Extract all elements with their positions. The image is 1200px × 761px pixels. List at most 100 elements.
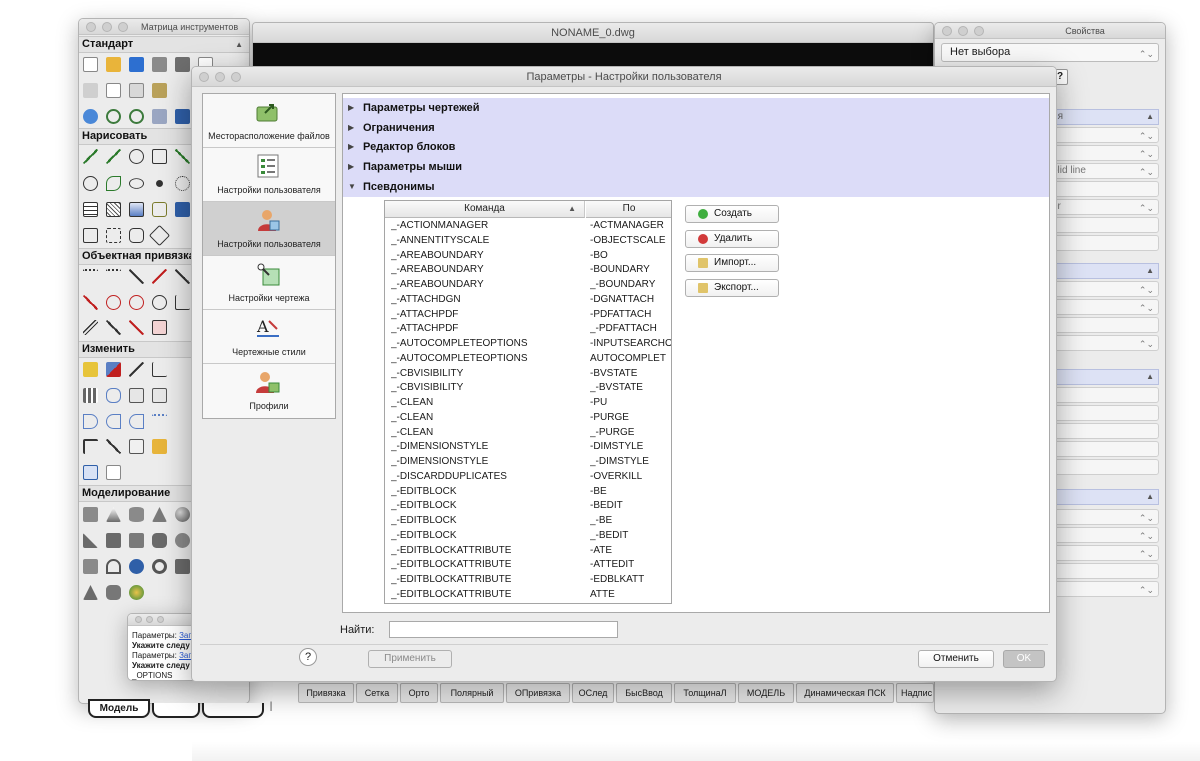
cylinder-icon[interactable] <box>129 507 144 522</box>
import-button[interactable]: Импорт... <box>685 254 779 272</box>
status-polar[interactable]: Полярный <box>440 683 504 703</box>
collapse-up-icon[interactable]: ▲ <box>1146 264 1154 278</box>
print-icon[interactable] <box>152 57 167 72</box>
circle-icon[interactable] <box>129 149 144 164</box>
column-header-command[interactable]: Команда ▲ <box>385 201 585 218</box>
prop-shadow[interactable]: ⌃⌄ <box>1047 299 1159 315</box>
trim-icon[interactable] <box>129 414 144 429</box>
table-icon[interactable] <box>83 202 98 217</box>
status-model[interactable]: МОДЕЛЬ <box>738 683 794 703</box>
copy-icon[interactable] <box>106 83 121 98</box>
midpoint-icon[interactable] <box>152 269 167 284</box>
from-icon[interactable] <box>106 269 121 284</box>
selection-dropdown[interactable]: Нет выбора ⌃⌄ <box>941 43 1159 62</box>
category-constraints[interactable]: ▶ Ограничения <box>343 118 1049 138</box>
help-button[interactable]: ? <box>299 648 317 666</box>
delete-dup-icon[interactable] <box>106 362 121 377</box>
prop-lineweight[interactable] <box>1047 217 1159 233</box>
tangent-icon[interactable] <box>152 295 167 310</box>
alias-table[interactable]: Команда ▲ По _-ACTIONMANAGER -ACTMANAGER _… <box>384 200 672 604</box>
nav-item-profiles[interactable]: Профили <box>203 364 335 418</box>
polygon-icon[interactable] <box>129 228 144 243</box>
table-row[interactable]: _-EDITBLOCKATTRIBUTE -ATTEDIT <box>385 558 671 573</box>
table-row[interactable]: _-EDITBLOCKATTRIBUTE -ATE <box>385 544 671 559</box>
prop-field-h[interactable]: ⌃⌄ <box>1047 509 1159 525</box>
intersection-icon[interactable] <box>175 269 190 284</box>
wedge-icon[interactable] <box>83 533 98 548</box>
region-icon[interactable] <box>152 202 167 217</box>
prop-field-i[interactable]: ⌃⌄ <box>1047 527 1159 543</box>
ellipse-icon[interactable] <box>129 178 144 189</box>
table-row[interactable]: _-EDITBLOCKATTRIBUTE -EDBLKATT <box>385 573 671 588</box>
status-grid[interactable]: Сетка <box>356 683 398 703</box>
block-icon[interactable] <box>175 202 190 217</box>
edit-polyline-icon[interactable] <box>106 465 121 480</box>
join-icon[interactable] <box>106 439 121 454</box>
quadrant-icon[interactable] <box>129 295 144 310</box>
table-row[interactable]: _-EDITBLOCK _-BEDIT <box>385 529 671 544</box>
prop-layer[interactable]: ⌃⌄ <box>1047 145 1159 161</box>
table-row[interactable]: _-DIMENSIONSTYLE -DIMSTYLE <box>385 440 671 455</box>
wipeout-icon[interactable] <box>83 228 98 243</box>
drawing-titlebar[interactable]: NONAME_0.dwg <box>253 23 933 43</box>
export-button[interactable]: Экспорт... <box>685 279 779 297</box>
offset-icon[interactable] <box>106 388 121 403</box>
collapse-up-icon[interactable]: ▲ <box>1146 490 1154 504</box>
zoom-dot[interactable] <box>118 22 128 32</box>
category-mouse-params[interactable]: ▶ Параметры мыши <box>343 157 1049 177</box>
point-icon[interactable] <box>152 176 167 191</box>
zoom-realtime-icon[interactable] <box>106 109 121 124</box>
delete-alias-button[interactable]: Удалить <box>685 230 779 248</box>
subtract-icon[interactable] <box>106 559 121 574</box>
prop-field-b[interactable]: ⌃⌄ <box>1047 335 1159 351</box>
table-row[interactable]: _-ATTACHDGN -DGNATTACH <box>385 293 671 308</box>
line-icon[interactable] <box>83 149 98 164</box>
status-lineweight[interactable]: ТолщинаЛ <box>674 683 736 703</box>
section-standard[interactable]: Стандарт ▲ <box>79 36 249 53</box>
prop-field-c[interactable] <box>1047 387 1159 403</box>
open-folder-icon[interactable] <box>106 57 121 72</box>
prop-field-g[interactable] <box>1047 459 1159 475</box>
minimize-dot[interactable] <box>146 616 153 623</box>
close-dot[interactable] <box>86 22 96 32</box>
erase-icon[interactable] <box>83 362 98 377</box>
prop-plotstyle[interactable]: er⌃⌄ <box>1047 199 1159 215</box>
table-row[interactable]: _-CBVISIBILITY -BVSTATE <box>385 367 671 382</box>
table-row[interactable]: _-ANNENTITYSCALE -OBJECTSCALE <box>385 234 671 249</box>
prop-material[interactable]: ⌃⌄ <box>1047 281 1159 297</box>
table-row[interactable]: _-EDITBLOCK -BE <box>385 485 671 500</box>
status-dynamic-input[interactable]: БысВвод <box>616 683 672 703</box>
stretch-icon[interactable] <box>106 414 121 429</box>
rotate-icon[interactable] <box>152 388 167 403</box>
temp-track-icon[interactable] <box>83 269 98 284</box>
table-row[interactable]: _-AREABOUNDARY -BO <box>385 249 671 264</box>
tab-add[interactable]: | <box>264 701 278 715</box>
revcloud-icon[interactable] <box>175 176 190 191</box>
cut-icon[interactable] <box>83 83 98 98</box>
render-icon[interactable] <box>129 585 144 600</box>
torus-icon[interactable] <box>152 559 167 574</box>
node-icon[interactable] <box>129 320 144 335</box>
prop-field-e[interactable] <box>1047 423 1159 439</box>
cancel-button[interactable]: Отменить <box>918 650 994 668</box>
union-icon[interactable] <box>83 559 98 574</box>
extrude-icon[interactable] <box>129 533 144 548</box>
move-icon[interactable] <box>129 388 144 403</box>
table-row[interactable]: _-ATTACHPDF _-PDFATTACH <box>385 322 671 337</box>
nav-item-drafting-styles[interactable]: A Чертежные стили <box>203 310 335 364</box>
prop-transparency[interactable] <box>1047 235 1159 251</box>
cone-icon[interactable] <box>106 507 121 522</box>
table-row[interactable]: _-EDITBLOCK -BEDIT <box>385 499 671 514</box>
column-header-alias[interactable]: По <box>586 201 671 218</box>
options-dialog-titlebar[interactable]: Параметры - Настройки пользователя <box>192 67 1056 87</box>
disclosure-right-icon[interactable]: ▶ <box>348 98 354 118</box>
table-row[interactable]: _-EDITBLOCKATTRIBUTE ATTE <box>385 588 671 603</box>
polysolid-icon[interactable] <box>106 533 121 548</box>
table-row[interactable]: _-AUTOCOMPLETEOPTIONS AUTOCOMPLET <box>385 352 671 367</box>
mirror-icon[interactable] <box>152 362 167 377</box>
shell-icon[interactable] <box>106 585 121 600</box>
table-row[interactable]: _-DISCARDDUPLICATES -OVERKILL <box>385 470 671 485</box>
tab-model[interactable]: Модель <box>88 699 150 718</box>
paste-icon[interactable] <box>129 83 144 98</box>
status-snap[interactable]: Привязка <box>298 683 354 703</box>
